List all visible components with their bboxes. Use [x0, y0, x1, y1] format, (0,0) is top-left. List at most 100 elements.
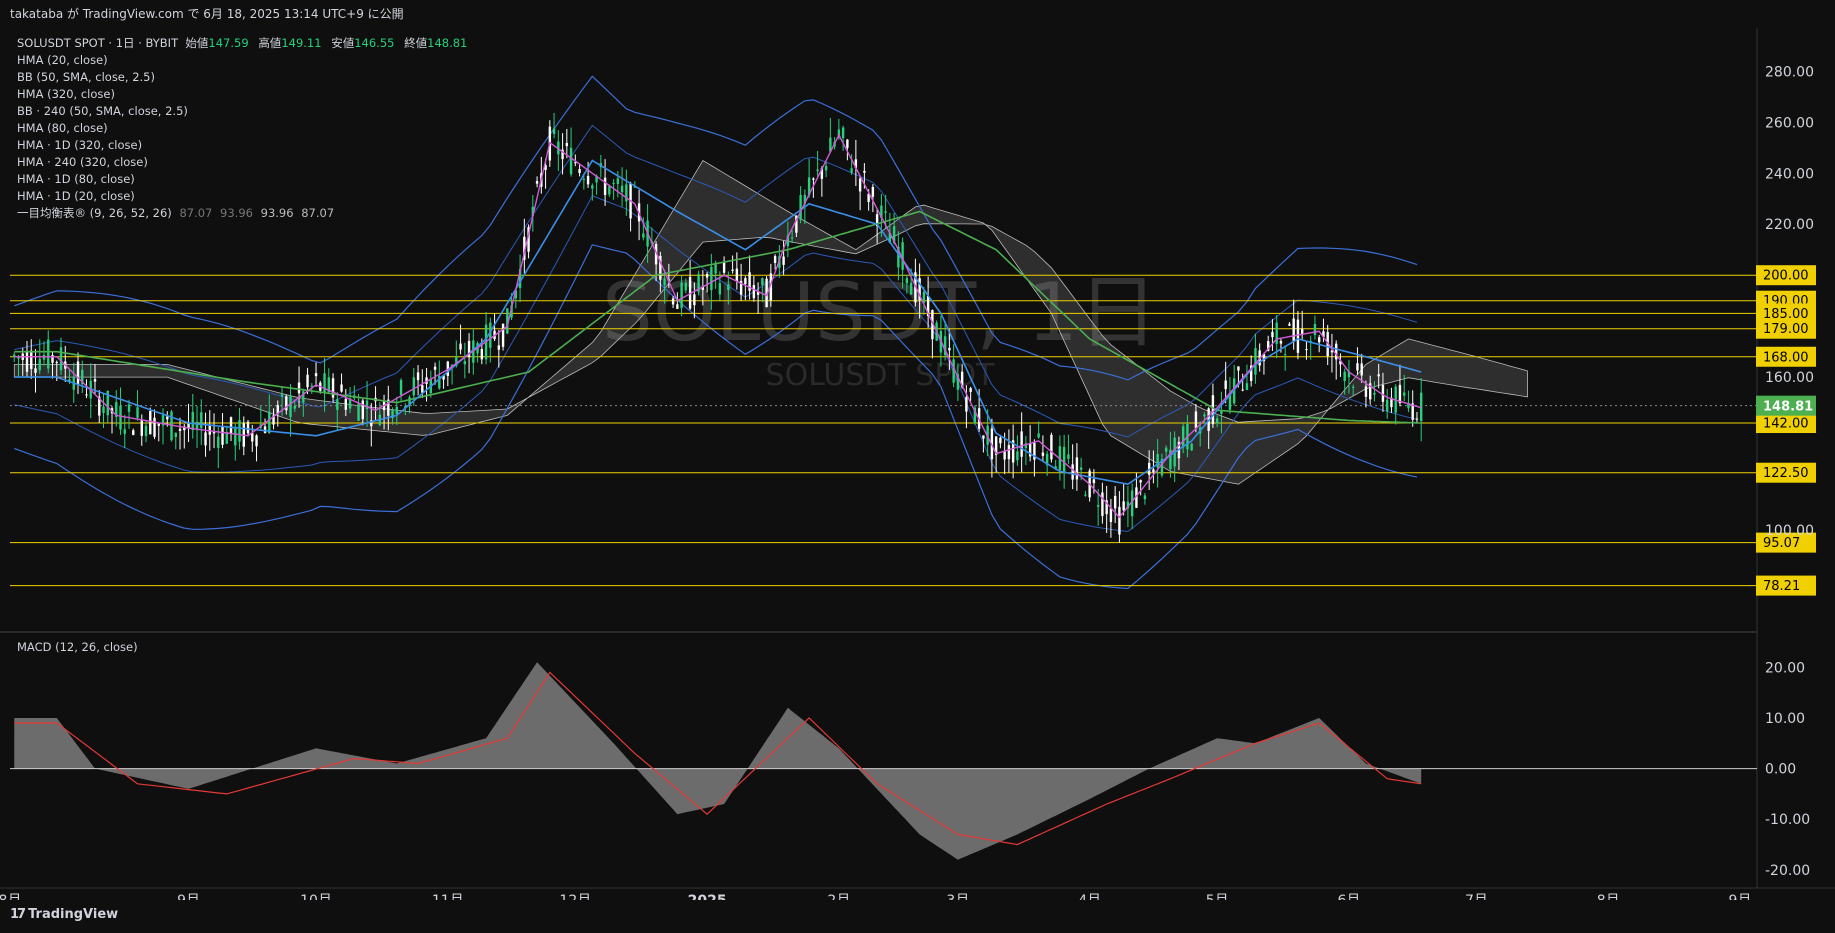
- candle-body: [157, 423, 160, 426]
- indicator-hma80[interactable]: HMA (80, close): [17, 120, 473, 137]
- macd-tick: 20.00: [1765, 660, 1805, 676]
- candle-body: [744, 278, 747, 285]
- indicator-hma20[interactable]: HMA (20, close): [17, 52, 473, 69]
- candle-body: [306, 374, 309, 388]
- candle-body: [841, 127, 845, 139]
- candle-body: [1190, 443, 1193, 451]
- candle-body: [246, 421, 250, 434]
- candle-body: [782, 256, 785, 265]
- candle-body: [1241, 389, 1244, 391]
- candle-body: [578, 169, 581, 173]
- candle-body: [731, 269, 734, 271]
- level-tag-168.00[interactable]: 168.00: [1763, 350, 1809, 365]
- open-label: 始値: [185, 36, 209, 50]
- candle-body: [1288, 323, 1291, 326]
- candle-body: [399, 380, 403, 395]
- candle-body: [1385, 399, 1389, 412]
- candle-body: [55, 362, 58, 364]
- indicator-ichimoku[interactable]: 一目均衡表® (9, 26, 52, 26) 87.07 93.96 93.96…: [17, 205, 473, 222]
- high-value: 149.11: [281, 36, 322, 50]
- candle-body: [217, 436, 220, 448]
- level-tag-179.00[interactable]: 179.00: [1763, 322, 1809, 337]
- close-label: 終値: [404, 36, 428, 50]
- candle-body: [1101, 492, 1104, 517]
- candle-body: [263, 426, 267, 433]
- indicator-hma-240-320[interactable]: HMA · 240 (320, close): [17, 154, 473, 171]
- price-tick-240: 240.00: [1765, 166, 1814, 182]
- candle-body: [1194, 411, 1198, 428]
- low-value: 146.55: [354, 36, 395, 50]
- candle-body: [1109, 508, 1113, 522]
- candle-body: [965, 397, 968, 412]
- candle-body: [76, 361, 80, 384]
- candle-body: [1415, 418, 1419, 420]
- candle-body: [297, 382, 301, 394]
- tradingview-brand[interactable]: 17 TradingView: [10, 907, 118, 922]
- candle-body: [1041, 452, 1045, 456]
- candle-body: [251, 433, 254, 442]
- candle-body: [234, 428, 237, 446]
- ichimoku-value-4: 87.07: [301, 206, 335, 220]
- level-tag-122.50[interactable]: 122.50: [1763, 466, 1809, 481]
- candle-body: [144, 425, 148, 437]
- candle-body: [693, 294, 696, 306]
- candle-body: [1292, 318, 1295, 342]
- macd-legend[interactable]: MACD (12, 26, close): [17, 640, 138, 654]
- candle-body: [30, 350, 33, 369]
- ichimoku-value-1: 87.07: [179, 206, 213, 220]
- candle-body: [676, 304, 679, 309]
- candle-body: [1156, 454, 1159, 468]
- ohlc-row[interactable]: SOLUSDT SPOT · 1日 · BYBIT 始値147.59 高値149…: [17, 35, 473, 52]
- last-price-tag[interactable]: 148.81: [1763, 400, 1813, 415]
- candle-body: [314, 373, 318, 377]
- macd-tick: 10.00: [1765, 711, 1805, 727]
- candle-body: [735, 268, 739, 282]
- price-tick-160: 160.00: [1765, 370, 1814, 386]
- tradingview-logo-icon: 17: [10, 907, 26, 922]
- candle-body: [1215, 418, 1219, 424]
- candle-body: [1245, 383, 1249, 391]
- candle-body: [1254, 348, 1257, 375]
- candle-body: [812, 178, 815, 180]
- level-tag-78.21[interactable]: 78.21: [1763, 579, 1800, 594]
- indicator-hma-1d-20[interactable]: HMA · 1D (20, close): [17, 188, 473, 205]
- candle-body: [459, 343, 462, 350]
- candle-body: [127, 404, 131, 412]
- candle-body: [586, 175, 590, 185]
- level-tag-142.00[interactable]: 142.00: [1763, 417, 1809, 432]
- candle-body: [824, 165, 828, 171]
- candle-body: [722, 262, 726, 273]
- candle-body: [1300, 328, 1304, 335]
- level-tag-200.00[interactable]: 200.00: [1763, 269, 1809, 284]
- candle-body: [1364, 386, 1368, 397]
- candle-body: [714, 264, 717, 274]
- candle-body: [221, 426, 224, 445]
- candle-body: [344, 398, 347, 410]
- candle-body: [153, 417, 156, 437]
- indicator-hma-1d-320[interactable]: HMA · 1D (320, close): [17, 137, 473, 154]
- candle-body: [999, 437, 1002, 444]
- candle-body: [47, 339, 50, 369]
- indicator-bb-240[interactable]: BB · 240 (50, SMA, close, 2.5): [17, 103, 473, 120]
- candle-body: [140, 420, 143, 436]
- candle-body: [463, 361, 467, 365]
- candle-body: [684, 282, 688, 291]
- candle-body: [1356, 363, 1359, 371]
- candle-body: [489, 322, 492, 348]
- candle-body: [863, 170, 866, 173]
- indicator-hma-1d-80[interactable]: HMA · 1D (80, close): [17, 171, 473, 188]
- candle-body: [293, 405, 296, 409]
- candle-body: [663, 278, 666, 286]
- indicator-hma320[interactable]: HMA (320, close): [17, 86, 473, 103]
- candle-body: [365, 400, 369, 410]
- candle-body: [268, 411, 271, 434]
- macd-tick: -20.00: [1765, 863, 1810, 879]
- indicator-bb[interactable]: BB (50, SMA, close, 2.5): [17, 69, 473, 86]
- candle-body: [948, 347, 951, 351]
- candle-body: [102, 406, 105, 413]
- candle-body: [412, 377, 416, 396]
- candle-body: [1279, 340, 1283, 344]
- candle-body: [136, 407, 139, 418]
- price-tick-220: 220.00: [1765, 217, 1814, 233]
- candle-body: [1351, 386, 1355, 388]
